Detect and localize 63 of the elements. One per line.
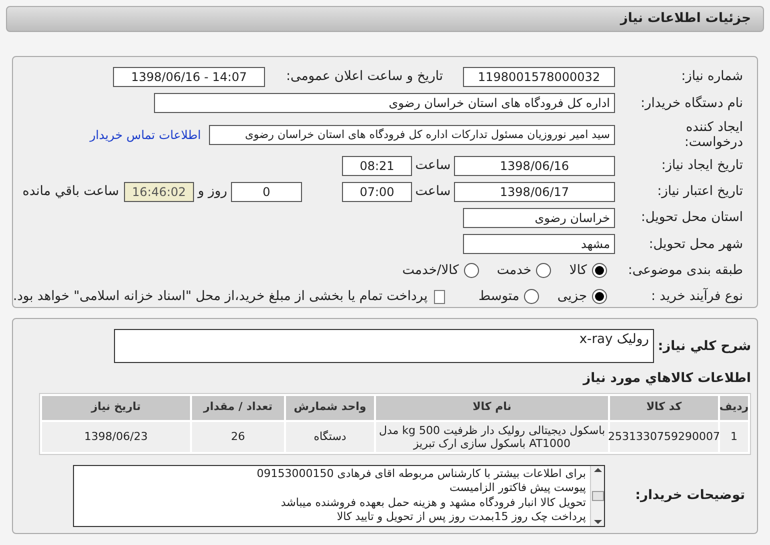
radio-button[interactable] <box>592 289 607 304</box>
column-header: کد کالا <box>610 396 718 420</box>
column-header: نام کالا <box>376 396 608 420</box>
field-label: روز و <box>196 183 228 202</box>
radio-button[interactable] <box>592 263 607 278</box>
table-cell: دستگاه <box>286 422 374 452</box>
field-label: شماره نیاز: <box>680 68 743 86</box>
note-line: پرداخت چک روز 15بمدت روز پس از تحویل و تایید کالا <box>336 510 586 524</box>
table-cell: 1 <box>720 422 748 452</box>
radio-button[interactable] <box>524 289 540 304</box>
note-line: تحویل کالا انبار فرودگاه مشهد و هزینه حمل بعهده فروشنده میباشد <box>280 496 586 510</box>
radio-label: جزیی <box>557 288 587 306</box>
radio-label: کالا <box>569 262 587 280</box>
field-label: شهر محل تحویل: <box>648 236 743 254</box>
field-label: ساعت باقي مانده <box>22 183 119 202</box>
note-line: پیوست پیش فاکتور الزامیست <box>448 481 586 496</box>
field-label: طبقه بندی موضوعی: <box>626 262 743 280</box>
contact-link[interactable]: اطلاعات تماس خریدار <box>90 126 201 144</box>
days-field: 0 <box>231 182 302 202</box>
radio-label: متوسط <box>478 288 520 306</box>
field-label: نام دستگاه خریدار: <box>640 94 743 113</box>
announce-date-field: 1398/06/16 - 14:07 <box>113 67 265 88</box>
checkbox-label: پرداخت تمام یا بخشی از مبلغ خرید،از محل "اسناد خزانه اسلامی" خواهد بود. <box>13 288 428 306</box>
remaining-time-field: 16:46:02 <box>124 182 194 202</box>
time-field: 08:21 <box>342 156 412 176</box>
field-label: ایجاد کننده درخواست: <box>684 120 743 150</box>
scroll-thumb[interactable] <box>592 490 604 500</box>
field-label: شرح کلي نیاز: <box>658 338 751 356</box>
column-header: واحد شمارش <box>286 396 374 420</box>
page-title: جزئیات اطلاعات نیاز <box>620 10 751 28</box>
note-line: برای اطلاعات بیشتر با کارشناس مربوطه اقای فرهادی 09153000150 <box>256 466 586 481</box>
date-field: 1398/06/17 <box>454 182 615 202</box>
column-header: تاریخ نیاز <box>42 396 190 420</box>
field-label: تاریخ و ساعت اعلان عمومی: <box>285 68 443 86</box>
summary-field: رولیک x-ray <box>114 329 654 363</box>
field-label: توضیحات خریدار: <box>634 486 745 505</box>
field-label: ساعت <box>414 156 452 175</box>
requester-field: سید امیر نوروزیان مسئول تدارکات اداره کل فرودگاه های استان خراسان رضوی <box>209 124 615 144</box>
table-cell: 1398/06/23 <box>42 422 190 452</box>
field-label: نوع فرآیند خرید : <box>650 287 743 306</box>
province-field: خراسان رضوی <box>463 208 615 228</box>
buyer-field: اداره کل فرودگاه های استان خراسان رضوی <box>154 93 615 114</box>
table-cell: باسکول دیجیتالی رولیک دار ظرفیت 500 kg مدل AT1000 باسکول سازی ارک تبریز <box>376 422 608 452</box>
scroll-up-icon <box>594 468 602 472</box>
table-cell: 2531330759290007 <box>610 422 718 452</box>
column-header: تعداد / مقدار <box>192 396 284 420</box>
field-label: تاریخ اعتبار نیاز: <box>656 183 743 202</box>
radio-label: خدمت <box>496 262 532 280</box>
need-number-field: 1198001578000032 <box>463 67 615 88</box>
time-field: 07:00 <box>342 182 412 202</box>
column-header: ردیف <box>720 396 748 420</box>
checkbox[interactable] <box>434 290 445 304</box>
radio-button[interactable] <box>536 263 552 278</box>
radio-button[interactable] <box>464 263 479 278</box>
field-label: تاریخ ایجاد نیاز: <box>660 156 743 175</box>
date-field: 1398/06/16 <box>454 156 615 176</box>
city-field: مشهد <box>463 234 615 254</box>
section-title: اطلاعات کالاهاي مورد نیاز <box>582 370 751 388</box>
field-label: استان محل تحویل: <box>640 209 743 228</box>
table-cell: 26 <box>192 422 284 452</box>
radio-label: کالا/خدمت <box>402 262 459 280</box>
scroll-down-icon <box>594 520 602 524</box>
field-label: ساعت <box>414 183 452 202</box>
